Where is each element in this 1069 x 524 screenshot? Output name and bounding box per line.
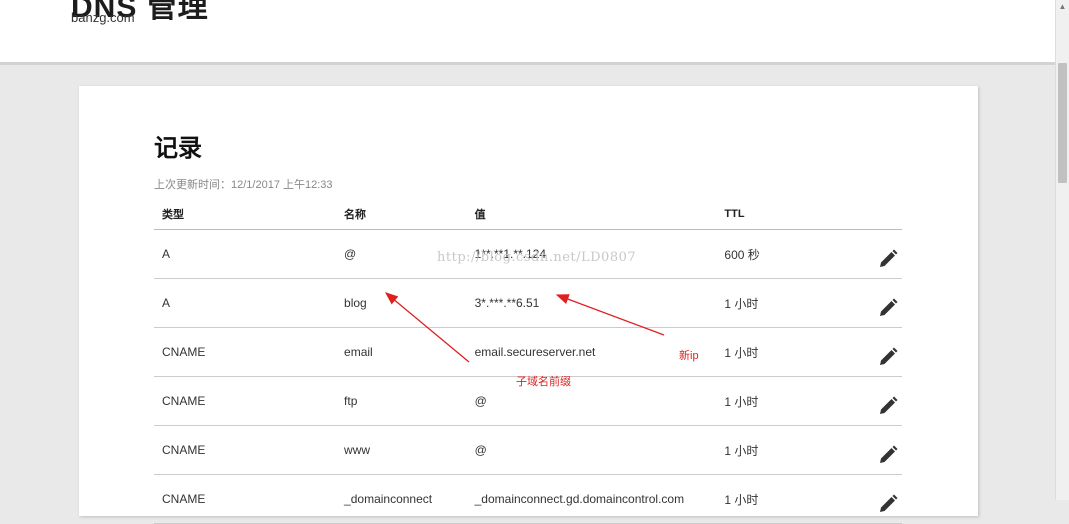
scroll-up-arrow-icon[interactable]: ▲ (1056, 0, 1069, 13)
annotation-subdomain-prefix: 子域名前缀 (516, 376, 571, 388)
scrollbar-thumb[interactable] (1058, 63, 1067, 183)
arrow-to-new-ip (555, 294, 665, 336)
arrow-to-blog (385, 292, 470, 363)
vertical-scrollbar[interactable]: ▲ (1055, 0, 1069, 500)
annotation-arrows (385, 292, 665, 363)
annotation-new-ip: 新ip (679, 350, 699, 362)
